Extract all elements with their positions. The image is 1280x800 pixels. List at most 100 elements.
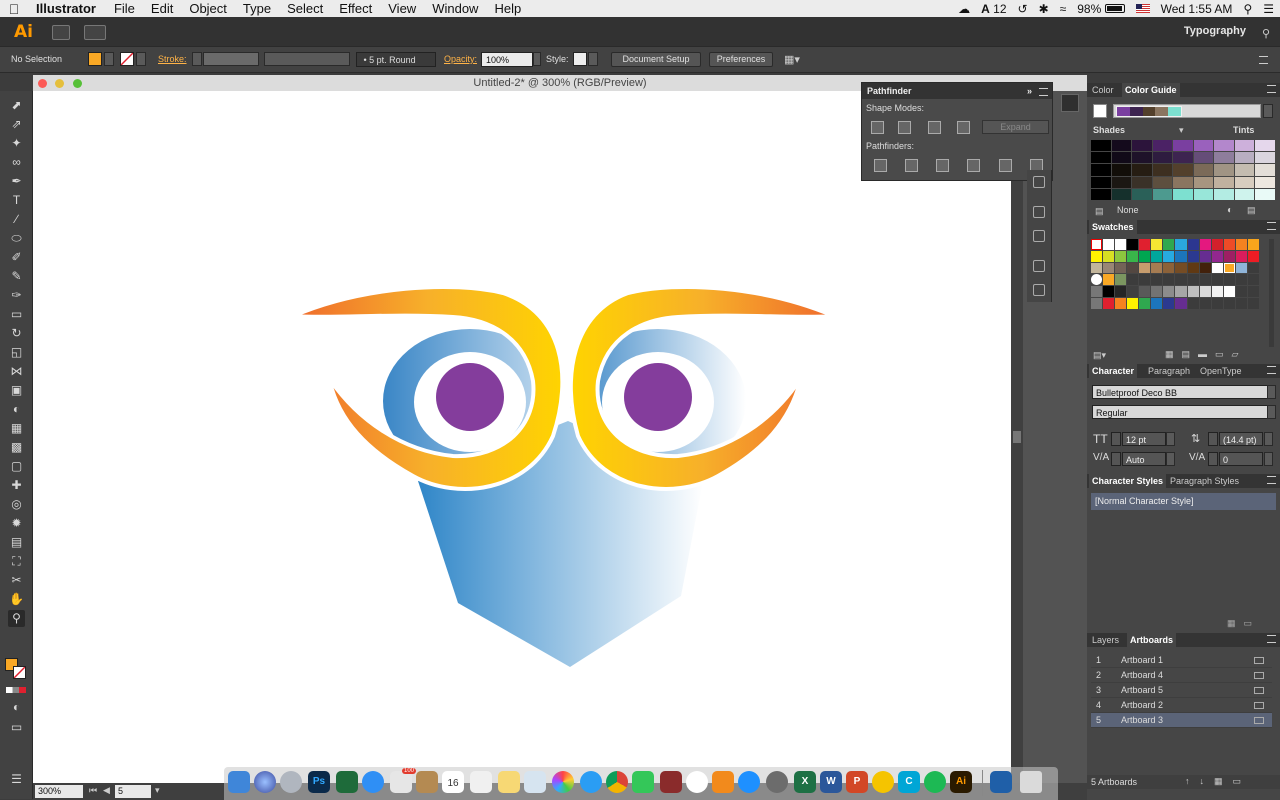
- swatches-grid[interactable]: [1091, 239, 1259, 309]
- itunes-icon[interactable]: [686, 771, 708, 793]
- font-size-dropdown[interactable]: [1166, 432, 1175, 446]
- trash-icon[interactable]: [1020, 771, 1042, 793]
- menu-object[interactable]: Object: [181, 1, 235, 16]
- app-grid-icon[interactable]: [336, 771, 358, 793]
- zoom-level-field[interactable]: 300%: [35, 785, 83, 798]
- tracking-stepper[interactable]: [1208, 452, 1218, 466]
- font-size-stepper[interactable]: [1111, 432, 1121, 446]
- finder-icon[interactable]: [228, 771, 250, 793]
- photos-icon[interactable]: [552, 771, 574, 793]
- leading-dropdown[interactable]: [1264, 432, 1273, 446]
- artboard-options-icon[interactable]: [1254, 702, 1264, 709]
- menu-window[interactable]: Window: [424, 1, 486, 16]
- color-guide-grid[interactable]: [1091, 140, 1275, 200]
- rotate-tool-icon[interactable]: ↻: [8, 325, 25, 342]
- collapse-panel-icon[interactable]: »: [1027, 86, 1032, 96]
- gradient-tool-icon[interactable]: ▢: [8, 458, 25, 475]
- exclude-icon[interactable]: [957, 121, 970, 134]
- normal-character-style-item[interactable]: [Normal Character Style]: [1091, 493, 1276, 510]
- perspective-grid-tool-icon[interactable]: ▦: [8, 420, 25, 437]
- edit-colors-icon[interactable]: ◐: [1227, 205, 1233, 216]
- hand-tool-icon[interactable]: ✋: [8, 591, 25, 608]
- siri-icon[interactable]: [254, 771, 276, 793]
- notification-status[interactable]: A 12: [981, 2, 1006, 16]
- ellipse-tool-icon[interactable]: ⬭: [8, 230, 25, 247]
- system-preferences-icon[interactable]: [766, 771, 788, 793]
- swatch-libraries-icon[interactable]: ▤▾: [1093, 350, 1106, 361]
- calendar-icon[interactable]: 16: [442, 771, 464, 793]
- kerning-dropdown[interactable]: [1166, 452, 1175, 466]
- tracking-field[interactable]: 0: [1219, 452, 1263, 466]
- font-family-dropdown[interactable]: [1267, 385, 1276, 399]
- slice-tool-icon[interactable]: ✂: [8, 572, 25, 589]
- transform-panel-icon[interactable]: [1033, 260, 1045, 272]
- pencil-tool-icon[interactable]: ✎: [8, 268, 25, 285]
- previous-artboard-icon[interactable]: ◀: [103, 785, 110, 796]
- illustrator-icon[interactable]: Ai: [950, 771, 972, 793]
- graph-tool-icon[interactable]: ▤: [8, 534, 25, 551]
- tab-opentype[interactable]: OpenType: [1200, 366, 1242, 376]
- creative-cloud-icon[interactable]: ☁: [958, 2, 970, 16]
- norton-icon[interactable]: [872, 771, 894, 793]
- notification-center-icon[interactable]: ☰: [1263, 2, 1274, 16]
- stroke-weight-stepper[interactable]: [192, 52, 202, 66]
- harmony-rule-dropdown[interactable]: [1113, 104, 1261, 118]
- menu-view[interactable]: View: [380, 1, 424, 16]
- menu-edit[interactable]: Edit: [143, 1, 181, 16]
- tab-layers[interactable]: Layers: [1092, 635, 1119, 645]
- minimize-window-icon[interactable]: [55, 79, 64, 88]
- expand-button[interactable]: Expand: [982, 120, 1049, 134]
- contacts-icon[interactable]: [416, 771, 438, 793]
- vertical-scrollbar[interactable]: [1011, 91, 1023, 783]
- close-window-icon[interactable]: [38, 79, 47, 88]
- pathfinder-header[interactable]: Pathfinder »: [862, 83, 1052, 99]
- opacity-field[interactable]: 100%: [481, 52, 533, 67]
- pen-tool-icon[interactable]: ✒: [8, 173, 25, 190]
- owl-logo-artwork[interactable]: [33, 91, 1011, 783]
- swatches-menu-icon[interactable]: [1267, 222, 1276, 230]
- menu-type[interactable]: Type: [235, 1, 279, 16]
- bluetooth-icon[interactable]: ✱: [1039, 2, 1049, 16]
- font-style-dropdown[interactable]: [1267, 405, 1276, 419]
- symbols-panel-icon[interactable]: [1033, 230, 1045, 242]
- opacity-dropdown[interactable]: [533, 52, 541, 66]
- artboard-tool-icon[interactable]: ⛶: [8, 553, 25, 570]
- facetime-icon[interactable]: [632, 771, 654, 793]
- launchpad-icon[interactable]: [280, 771, 302, 793]
- stroke-color-icon[interactable]: [13, 666, 26, 679]
- artboard-dropdown-icon[interactable]: ▾: [155, 785, 160, 796]
- width-tool-icon[interactable]: ⋈: [8, 363, 25, 380]
- direct-selection-tool-icon[interactable]: ⇗: [8, 116, 25, 133]
- maps-icon[interactable]: [524, 771, 546, 793]
- flag-icon[interactable]: [1135, 4, 1150, 13]
- spotify-icon[interactable]: [924, 771, 946, 793]
- app-store-icon[interactable]: [738, 771, 760, 793]
- artboard-canvas[interactable]: [33, 91, 1011, 783]
- trim-icon[interactable]: [905, 159, 918, 172]
- safari-icon[interactable]: [362, 771, 384, 793]
- tab-artboards[interactable]: Artboards: [1127, 633, 1177, 647]
- artboard-options-icon[interactable]: [1254, 657, 1264, 664]
- tab-swatches[interactable]: Swatches: [1089, 220, 1137, 234]
- unite-icon[interactable]: [871, 121, 884, 134]
- artboard-row[interactable]: 4 Artboard 2: [1091, 698, 1272, 713]
- preferences-button[interactable]: Preferences: [709, 52, 773, 67]
- align-panel-icon[interactable]: [1033, 284, 1045, 296]
- variable-width-dropdown[interactable]: [264, 52, 350, 66]
- photoshop-icon[interactable]: Ps: [308, 771, 330, 793]
- photo-booth-icon[interactable]: [660, 771, 682, 793]
- menu-app-illustrator[interactable]: Illustrator: [28, 1, 106, 16]
- tab-character-styles[interactable]: Character Styles: [1089, 474, 1167, 488]
- artboard-row[interactable]: 3 Artboard 5: [1091, 683, 1272, 698]
- shades-dropdown-icon[interactable]: ▾: [1179, 125, 1184, 136]
- panel-toggle-icon[interactable]: [1061, 94, 1079, 112]
- quicktime-icon[interactable]: [990, 771, 1012, 793]
- artboard-row-selected[interactable]: 5 Artboard 3: [1091, 713, 1272, 728]
- swatches-scrollbar[interactable]: [1269, 239, 1274, 347]
- powerpoint-icon[interactable]: P: [846, 771, 868, 793]
- search-icon[interactable]: ⚲: [1262, 27, 1270, 40]
- shape-builder-tool-icon[interactable]: ◐: [8, 401, 25, 418]
- tab-paragraph-styles[interactable]: Paragraph Styles: [1170, 476, 1239, 486]
- stroke-swatch[interactable]: [120, 52, 134, 66]
- tab-color[interactable]: Color: [1092, 85, 1114, 95]
